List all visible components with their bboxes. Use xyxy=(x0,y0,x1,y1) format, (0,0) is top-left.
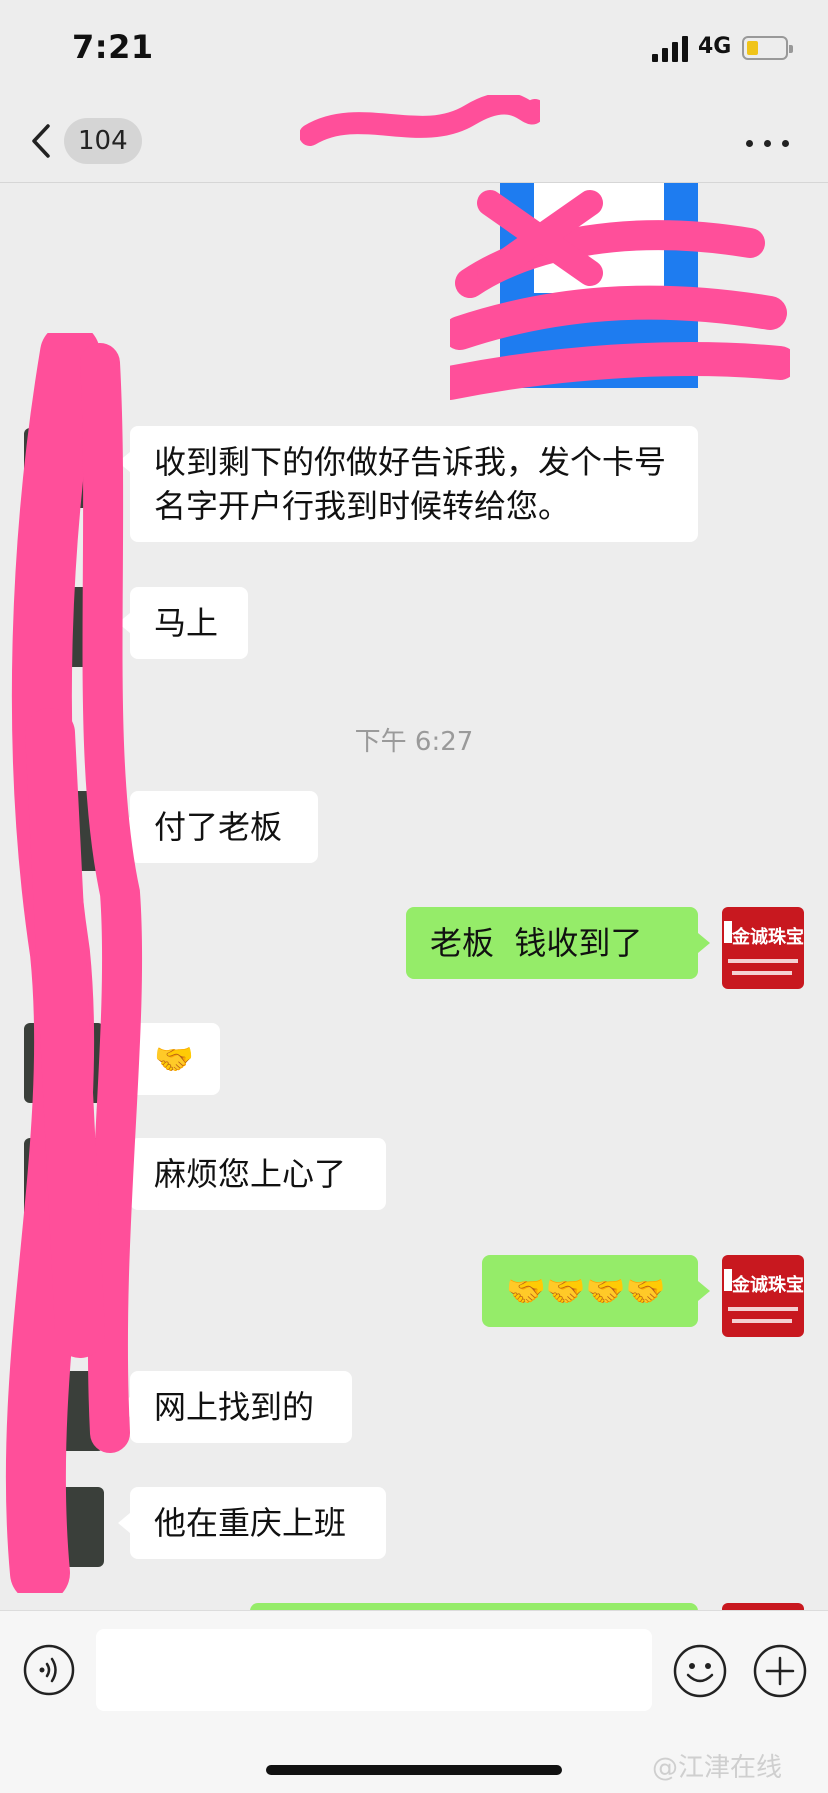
message-text: 麻烦您上心了 xyxy=(154,1155,347,1193)
message-text: 🤝🤝🤝🤝 xyxy=(506,1272,666,1310)
message-bubble-incoming[interactable]: 网上找到的 xyxy=(118,1371,352,1443)
chat-title xyxy=(310,122,530,162)
watermark: @江津在线 xyxy=(652,1753,783,1783)
message-bubble-incoming[interactable]: 🤝 xyxy=(118,1023,220,1095)
network-type: 4G xyxy=(698,34,732,59)
message-list[interactable]: 收到剩下的你做好告诉我，发个卡号名字开户行我到时候转给您。 马上 下午 6:27… xyxy=(0,183,828,1610)
message-bubble-incoming[interactable]: 他在重庆上班 xyxy=(118,1487,386,1559)
qr-code-pattern xyxy=(534,183,664,293)
message-bubble-incoming[interactable]: 收到剩下的你做好告诉我，发个卡号名字开户行我到时候转给您。 xyxy=(118,426,698,542)
message-bubble-incoming[interactable]: 马上 xyxy=(118,587,248,659)
self-avatar[interactable] xyxy=(722,1603,804,1610)
message-text: 马上 xyxy=(154,604,219,642)
plus-icon[interactable] xyxy=(752,1643,808,1699)
self-avatar[interactable]: 金诚珠宝 xyxy=(722,1255,804,1337)
contact-avatar[interactable] xyxy=(24,428,104,508)
message-bubble-outgoing[interactable] xyxy=(250,1603,698,1610)
message-bubble-incoming[interactable]: 麻烦您上心了 xyxy=(118,1138,386,1210)
chevron-left-icon xyxy=(32,124,50,158)
contact-avatar[interactable] xyxy=(24,791,104,871)
more-options-button[interactable] xyxy=(744,122,794,162)
qr-code-image[interactable] xyxy=(500,183,698,388)
emoji-icon[interactable] xyxy=(672,1643,728,1699)
contact-avatar[interactable] xyxy=(24,1138,104,1218)
battery-level xyxy=(747,41,758,55)
message-text: 🤝 xyxy=(154,1040,194,1078)
contact-avatar[interactable] xyxy=(24,1023,104,1103)
message-text: 付了老板 xyxy=(154,808,283,846)
contact-avatar[interactable] xyxy=(24,587,104,667)
message-text: 老板 钱收到了 xyxy=(430,924,643,962)
cellular-signal-icon xyxy=(652,36,688,62)
contact-avatar[interactable] xyxy=(24,1371,104,1451)
home-indicator[interactable] xyxy=(266,1765,562,1775)
message-timestamp: 下午 6:27 xyxy=(354,727,474,757)
chat-header: 104 xyxy=(0,100,828,183)
contact-avatar[interactable] xyxy=(24,1487,104,1567)
message-bubble-outgoing[interactable]: 🤝🤝🤝🤝 xyxy=(482,1255,710,1327)
status-time: 7:21 xyxy=(72,28,154,66)
message-bubble-outgoing[interactable]: 老板 钱收到了 xyxy=(406,907,710,979)
back-button[interactable]: 104 xyxy=(28,116,148,166)
self-avatar[interactable]: 金诚珠宝 xyxy=(722,907,804,989)
status-bar: 7:21 4G xyxy=(0,0,828,100)
battery-icon xyxy=(742,36,793,60)
input-bar: @江津在线 xyxy=(0,1610,828,1793)
message-bubble-incoming[interactable]: 付了老板 xyxy=(118,791,318,863)
message-text: 网上找到的 xyxy=(154,1388,315,1426)
message-text: 收到剩下的你做好告诉我，发个卡号名字开户行我到时候转给您。 xyxy=(154,443,667,525)
unread-count-badge: 104 xyxy=(64,118,142,164)
voice-input-button[interactable] xyxy=(22,1643,76,1697)
message-input[interactable] xyxy=(96,1629,652,1711)
message-text: 他在重庆上班 xyxy=(154,1504,347,1542)
